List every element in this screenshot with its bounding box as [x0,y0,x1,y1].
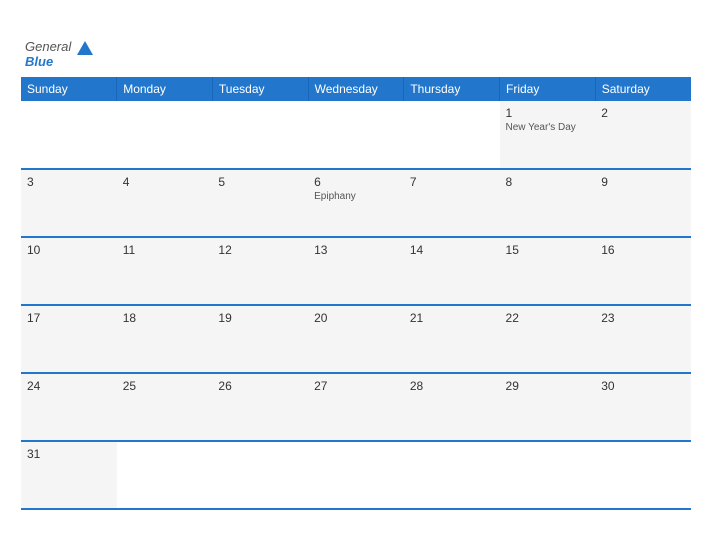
calendar-cell: 9 [595,169,691,237]
day-number: 29 [506,379,590,393]
calendar-cell: 12 [212,237,308,305]
calendar-header: General Blue [21,40,691,69]
day-number: 11 [123,243,207,257]
calendar-container: General Blue SundayMondayTuesdayWednesda… [11,30,701,520]
calendar-cell [595,441,691,509]
calendar-cell: 19 [212,305,308,373]
day-number: 1 [506,106,590,120]
day-number: 17 [27,311,111,325]
day-number: 24 [27,379,111,393]
calendar-cell [308,441,404,509]
calendar-cell: 27 [308,373,404,441]
calendar-cell: 15 [500,237,596,305]
calendar-cell: 11 [117,237,213,305]
day-number: 21 [410,311,494,325]
calendar-cell: 8 [500,169,596,237]
calendar-cell: 7 [404,169,500,237]
calendar-cell [117,101,213,169]
calendar-cell [308,101,404,169]
week-row-6: 31 [21,441,691,509]
calendar-cell: 24 [21,373,117,441]
logo: General Blue [25,40,93,69]
day-number: 18 [123,311,207,325]
weekday-saturday: Saturday [595,77,691,101]
calendar-cell: 16 [595,237,691,305]
day-number: 23 [601,311,685,325]
weekday-tuesday: Tuesday [212,77,308,101]
day-number: 19 [218,311,302,325]
weekday-header-row: SundayMondayTuesdayWednesdayThursdayFrid… [21,77,691,101]
week-row-1: 1 New Year's Day 2 [21,101,691,169]
calendar-cell: 6 Epiphany [308,169,404,237]
week-row-5: 24 25 26 27 28 29 30 [21,373,691,441]
day-number: 6 [314,175,398,189]
day-number: 4 [123,175,207,189]
calendar-cell: 13 [308,237,404,305]
calendar-cell: 29 [500,373,596,441]
day-number: 12 [218,243,302,257]
day-event: New Year's Day [506,122,590,133]
day-number: 20 [314,311,398,325]
calendar-cell [21,101,117,169]
day-number: 3 [27,175,111,189]
week-row-3: 10 11 12 13 14 15 16 [21,237,691,305]
calendar-cell: 20 [308,305,404,373]
calendar-cell: 25 [117,373,213,441]
calendar-cell: 4 [117,169,213,237]
logo-blue-text: Blue [25,55,53,69]
calendar-cell: 1 New Year's Day [500,101,596,169]
day-number: 22 [506,311,590,325]
day-number: 31 [27,447,111,461]
calendar-cell: 10 [21,237,117,305]
calendar-cell: 22 [500,305,596,373]
weekday-friday: Friday [500,77,596,101]
day-event: Epiphany [314,191,398,202]
calendar-cell: 31 [21,441,117,509]
calendar-cell: 26 [212,373,308,441]
calendar-cell: 28 [404,373,500,441]
calendar-cell [404,441,500,509]
day-number: 10 [27,243,111,257]
calendar-table: SundayMondayTuesdayWednesdayThursdayFrid… [21,77,691,510]
day-number: 7 [410,175,494,189]
weekday-wednesday: Wednesday [308,77,404,101]
calendar-cell: 14 [404,237,500,305]
week-row-2: 3456 Epiphany 789 [21,169,691,237]
calendar-cell: 17 [21,305,117,373]
calendar-cell [212,101,308,169]
day-number: 25 [123,379,207,393]
calendar-cell: 23 [595,305,691,373]
day-number: 30 [601,379,685,393]
day-number: 27 [314,379,398,393]
calendar-cell [212,441,308,509]
day-number: 14 [410,243,494,257]
weekday-monday: Monday [117,77,213,101]
day-number: 13 [314,243,398,257]
day-number: 26 [218,379,302,393]
calendar-cell: 5 [212,169,308,237]
calendar-cell: 18 [117,305,213,373]
calendar-cell [404,101,500,169]
day-number: 5 [218,175,302,189]
day-number: 9 [601,175,685,189]
calendar-cell: 2 [595,101,691,169]
calendar-cell [500,441,596,509]
logo-general-text: General [25,40,93,55]
weekday-thursday: Thursday [404,77,500,101]
day-number: 2 [601,106,685,120]
weekday-sunday: Sunday [21,77,117,101]
calendar-cell [117,441,213,509]
calendar-cell: 3 [21,169,117,237]
calendar-cell: 21 [404,305,500,373]
week-row-4: 17 18 19 20 21 22 23 [21,305,691,373]
calendar-cell: 30 [595,373,691,441]
day-number: 8 [506,175,590,189]
day-number: 16 [601,243,685,257]
day-number: 28 [410,379,494,393]
day-number: 15 [506,243,590,257]
